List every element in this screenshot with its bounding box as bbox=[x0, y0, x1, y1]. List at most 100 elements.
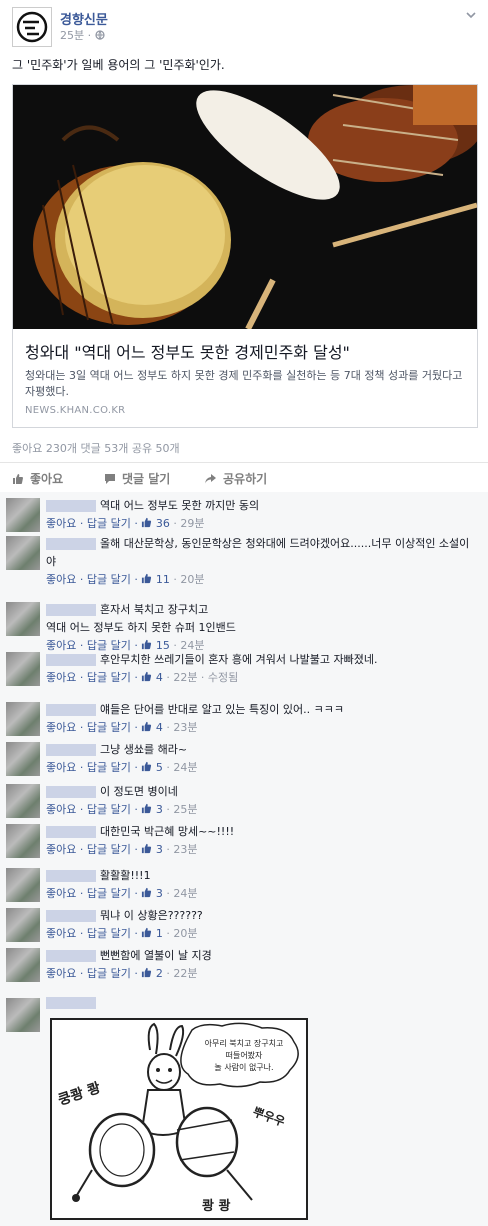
comment-like-count[interactable]: 3 bbox=[156, 887, 163, 900]
comment-text: 얘들은 단어를 반대로 알고 있는 특징이 있어.. ㅋㅋㅋ bbox=[46, 701, 476, 719]
comment-text: 혼자서 북치고 장구치고 역대 어느 정부도 하지 못한 슈퍼 1인밴드 bbox=[46, 601, 476, 637]
thumbs-up-icon bbox=[142, 927, 152, 938]
link-thumbnail[interactable] bbox=[13, 85, 477, 329]
comment-time[interactable]: · 22분 bbox=[163, 967, 197, 980]
comment-like-button[interactable]: 좋아요 · bbox=[46, 927, 87, 940]
comment-time[interactable]: · 23분 bbox=[163, 721, 197, 734]
comment-time[interactable]: · 25분 bbox=[163, 803, 197, 816]
commenter-name[interactable] bbox=[46, 992, 100, 1011]
comment-like-button[interactable]: 좋아요 · bbox=[46, 671, 87, 684]
comment-like-count[interactable]: 36 bbox=[156, 517, 170, 530]
commenter-name[interactable] bbox=[46, 704, 96, 716]
comment-like-count[interactable]: 11 bbox=[156, 573, 170, 586]
comment-reply-button[interactable]: 답글 달기 · bbox=[87, 761, 141, 774]
thumbs-up-icon bbox=[142, 573, 152, 584]
comment-reply-button[interactable]: 답글 달기 · bbox=[87, 803, 141, 816]
commenter-avatar[interactable] bbox=[6, 998, 40, 1032]
comment-reply-button[interactable]: 답글 달기 · bbox=[87, 843, 141, 856]
commenter-avatar[interactable] bbox=[6, 948, 40, 982]
comment-text: 그냥 생쑈를 해라~ bbox=[46, 741, 476, 759]
comment-like-button[interactable]: 좋아요 · bbox=[46, 843, 87, 856]
commenter-avatar[interactable] bbox=[6, 868, 40, 902]
thumbs-up-icon bbox=[142, 803, 152, 814]
commenter-avatar[interactable] bbox=[6, 742, 40, 776]
post-timestamp[interactable]: 25분 · bbox=[60, 29, 95, 42]
commenter-name[interactable] bbox=[46, 786, 96, 798]
commenter-name[interactable] bbox=[46, 950, 96, 962]
comment-like-count[interactable]: 2 bbox=[156, 967, 163, 980]
comment-body: 역대 어느 정부도 못한 까지만 동의 bbox=[100, 499, 260, 512]
commenter-avatar[interactable] bbox=[6, 784, 40, 818]
commenter-avatar[interactable] bbox=[6, 908, 40, 942]
comment-reply-button[interactable]: 답글 달기 · bbox=[87, 967, 141, 980]
commenter-name[interactable] bbox=[46, 500, 96, 512]
comment-time[interactable]: · 23분 bbox=[163, 843, 197, 856]
comment-button[interactable]: 댓글 달기 bbox=[104, 470, 170, 487]
comment-like-button[interactable]: 좋아요 · bbox=[46, 761, 87, 774]
comment-meta: 좋아요 · 답글 달기 · 3 · 25분 bbox=[46, 801, 197, 817]
comment-time[interactable]: · 24분 bbox=[163, 761, 197, 774]
divider bbox=[0, 462, 488, 463]
like-label: 좋아요 bbox=[30, 472, 64, 486]
post-text: 그 '민주화'가 일베 용어의 그 '민주화'인가. bbox=[12, 58, 225, 72]
commenter-name[interactable] bbox=[46, 654, 96, 666]
comment-time[interactable]: · 20분 bbox=[170, 573, 204, 586]
like-button[interactable]: 좋아요 bbox=[12, 470, 63, 487]
page-name[interactable]: 경향신문 bbox=[60, 9, 108, 28]
commenter-avatar[interactable] bbox=[6, 536, 40, 570]
link-title[interactable]: 청와대 "역대 어느 정부도 못한 경제민주화 달성" bbox=[25, 339, 350, 363]
commenter-name[interactable] bbox=[46, 604, 96, 616]
comment-like-button[interactable]: 좋아요 · bbox=[46, 573, 87, 586]
thumbs-up-icon bbox=[142, 761, 152, 772]
drums-image bbox=[13, 85, 477, 329]
commenter-name[interactable] bbox=[46, 870, 96, 882]
thumbs-up-icon bbox=[142, 843, 152, 854]
comment-like-button[interactable]: 좋아요 · bbox=[46, 887, 87, 900]
comment-like-count[interactable]: 3 bbox=[156, 803, 163, 816]
comment-reply-button[interactable]: 답글 달기 · bbox=[87, 887, 141, 900]
link-preview-card[interactable]: 청와대 "역대 어느 정부도 못한 경제민주화 달성" 청와대는 3일 역대 어… bbox=[12, 84, 478, 428]
comment-body: 뻔뻔함에 열불이 날 지경 bbox=[100, 949, 212, 962]
commenter-avatar[interactable] bbox=[6, 702, 40, 736]
commenter-name[interactable] bbox=[46, 826, 96, 838]
cartoon-speech-line2: 떠들어봤자 bbox=[226, 1050, 263, 1060]
comment-like-button[interactable]: 좋아요 · bbox=[46, 803, 87, 816]
link-domain: NEWS.KHAN.CO.KR bbox=[25, 405, 126, 416]
comment-meta: 좋아요 · 답글 달기 · 36 · 29분 bbox=[46, 515, 204, 531]
share-button[interactable]: 공유하기 bbox=[204, 470, 267, 487]
post-time: 25분 · bbox=[60, 27, 105, 43]
commenter-avatar[interactable] bbox=[6, 602, 40, 636]
comment-like-count[interactable]: 3 bbox=[156, 843, 163, 856]
comment-like-button[interactable]: 좋아요 · bbox=[46, 517, 87, 530]
comment-like-count[interactable]: 4 bbox=[156, 721, 163, 734]
commenter-avatar[interactable] bbox=[6, 652, 40, 686]
page-logo[interactable] bbox=[12, 7, 52, 47]
comment-reply-button[interactable]: 답글 달기 · bbox=[87, 671, 141, 684]
comment-reply-button[interactable]: 답글 달기 · bbox=[87, 927, 141, 940]
comment-like-count[interactable]: 1 bbox=[156, 927, 163, 940]
comment-time[interactable]: · 29분 bbox=[170, 517, 204, 530]
comment-time[interactable]: · 24분 bbox=[163, 887, 197, 900]
comment-cartoon-image[interactable]: 아무리 북치고 장구치고 떠들어봤자 놀 사람이 없구나. 쿵쾅 쾅 뿌우우 쾅… bbox=[50, 1018, 308, 1220]
comment-meta: 좋아요 · 답글 달기 · 5 · 24분 bbox=[46, 759, 197, 775]
chevron-down-icon[interactable] bbox=[464, 8, 478, 22]
cartoon-sfx-right: 뿌우우 bbox=[251, 1105, 287, 1129]
comment-like-button[interactable]: 좋아요 · bbox=[46, 967, 87, 980]
comment-like-count[interactable]: 4 bbox=[156, 671, 163, 684]
comment-reply-button[interactable]: 답글 달기 · bbox=[87, 721, 141, 734]
comment-like-count[interactable]: 5 bbox=[156, 761, 163, 774]
comment-time[interactable]: · 20분 bbox=[163, 927, 197, 940]
comment-meta: 좋아요 · 답글 달기 · 4 · 22분 · 수정됨 bbox=[46, 669, 238, 685]
comment-time[interactable]: · 22분 · 수정됨 bbox=[163, 671, 238, 684]
comments-section: 역대 어느 정부도 못한 까지만 동의좋아요 · 답글 달기 · 36 · 29… bbox=[0, 492, 488, 1226]
commenter-name[interactable] bbox=[46, 538, 96, 550]
commenter-name[interactable] bbox=[46, 744, 96, 756]
comment-reply-button[interactable]: 답글 달기 · bbox=[87, 573, 141, 586]
comment-like-button[interactable]: 좋아요 · bbox=[46, 721, 87, 734]
commenter-avatar[interactable] bbox=[6, 824, 40, 858]
commenter-avatar[interactable] bbox=[6, 498, 40, 532]
post-engagement-counts[interactable]: 좋아요 230개 댓글 53개 공유 50개 bbox=[12, 440, 180, 456]
comment-label: 댓글 달기 bbox=[122, 472, 171, 486]
comment-reply-button[interactable]: 답글 달기 · bbox=[87, 517, 141, 530]
commenter-name[interactable] bbox=[46, 910, 96, 922]
